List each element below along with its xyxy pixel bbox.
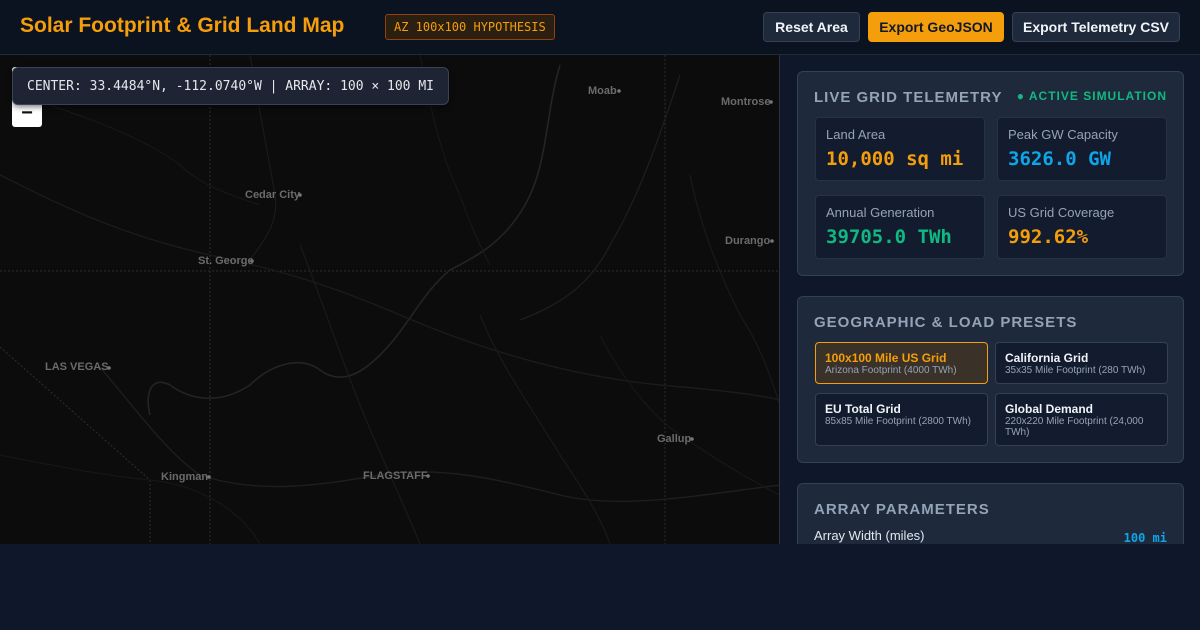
export-telemetry-csv-button[interactable]: Export Telemetry CSV <box>1012 12 1180 42</box>
presets-title: GEOGRAPHIC & LOAD PRESETS <box>814 314 1078 331</box>
map-label-montrose: Montrose <box>721 96 771 108</box>
stat-peak-capacity: Peak GW Capacity 3626.0 GW <box>997 117 1167 181</box>
stat-value: 39705.0 TWh <box>826 226 952 248</box>
map-label-durango: Durango <box>725 235 771 247</box>
telemetry-title: LIVE GRID TELEMETRY <box>814 89 1003 106</box>
stat-label: Land Area <box>826 127 886 142</box>
app-title: Solar Footprint & Grid Land Map <box>20 14 345 37</box>
presets-panel: GEOGRAPHIC & LOAD PRESETS 100x100 Mile U… <box>797 296 1184 463</box>
preset-description: 85x85 Mile Footprint (2800 TWh) <box>825 416 971 427</box>
app-root: Solar Footprint & Grid Land Map AZ 100x1… <box>0 0 1200 544</box>
map-canvas[interactable]: Moab Montrose Cedar City St. George Dura… <box>0 55 780 544</box>
map-label-gallup: Gallup <box>657 433 692 445</box>
preset-name: 100x100 Mile US Grid <box>825 351 947 365</box>
export-geojson-button[interactable]: Export GeoJSON <box>868 12 1004 42</box>
map-label-moab: Moab <box>588 85 617 97</box>
top-bar: Solar Footprint & Grid Land Map AZ 100x1… <box>0 0 1200 55</box>
preset-global-demand[interactable]: Global Demand 220x220 Mile Footprint (24… <box>995 393 1168 446</box>
stat-label: US Grid Coverage <box>1008 205 1115 220</box>
stat-label: Annual Generation <box>826 205 935 220</box>
preset-us-grid[interactable]: 100x100 Mile US Grid Arizona Footprint (… <box>815 342 988 384</box>
array-width-label: Array Width (miles) <box>814 528 925 543</box>
array-width-value: 100 mi <box>1123 531 1167 544</box>
stat-annual-generation: Annual Generation 39705.0 TWh <box>815 195 985 259</box>
simulation-status-badge: ● ACTIVE SIMULATION <box>1016 89 1167 103</box>
stat-value: 992.62% <box>1008 226 1089 248</box>
hypothesis-badge: AZ 100x100 HYPOTHESIS <box>385 14 555 40</box>
telemetry-panel: LIVE GRID TELEMETRY ● ACTIVE SIMULATION … <box>797 71 1184 276</box>
stat-label: Peak GW Capacity <box>1008 127 1118 142</box>
stat-grid-coverage: US Grid Coverage 992.62% <box>997 195 1167 259</box>
stat-value: 3626.0 GW <box>1008 148 1111 170</box>
preset-description: 220x220 Mile Footprint (24,000 TWh) <box>1005 416 1144 438</box>
preset-eu-grid[interactable]: EU Total Grid 85x85 Mile Footprint (2800… <box>815 393 988 446</box>
coordinate-readout: CENTER: 33.4484°N, -112.0740°W | ARRAY: … <box>12 67 449 105</box>
stat-land-area: Land Area 10,000 sq mi <box>815 117 985 181</box>
map-label-flagstaff: FLAGSTAFF <box>363 470 428 482</box>
map-label-las-vegas: LAS VEGAS <box>45 361 109 373</box>
parameters-title: ARRAY PARAMETERS <box>814 501 990 518</box>
array-parameters-panel: ARRAY PARAMETERS Array Width (miles) 100… <box>797 483 1184 544</box>
preset-california-grid[interactable]: California Grid 35x35 Mile Footprint (28… <box>995 342 1168 384</box>
preset-name: Global Demand <box>1005 402 1094 416</box>
map-label-cedar-city: Cedar City <box>245 189 301 201</box>
stat-value: 10,000 sq mi <box>826 148 964 170</box>
preset-name: EU Total Grid <box>825 402 901 416</box>
reset-area-button[interactable]: Reset Area <box>763 12 860 42</box>
preset-description: Arizona Footprint (4000 TWh) <box>825 365 957 376</box>
preset-name: California Grid <box>1005 351 1089 365</box>
preset-description: 35x35 Mile Footprint (280 TWh) <box>1005 365 1146 376</box>
map-label-kingman: Kingman <box>161 471 209 483</box>
map-label-st-george: St. George <box>198 255 254 267</box>
